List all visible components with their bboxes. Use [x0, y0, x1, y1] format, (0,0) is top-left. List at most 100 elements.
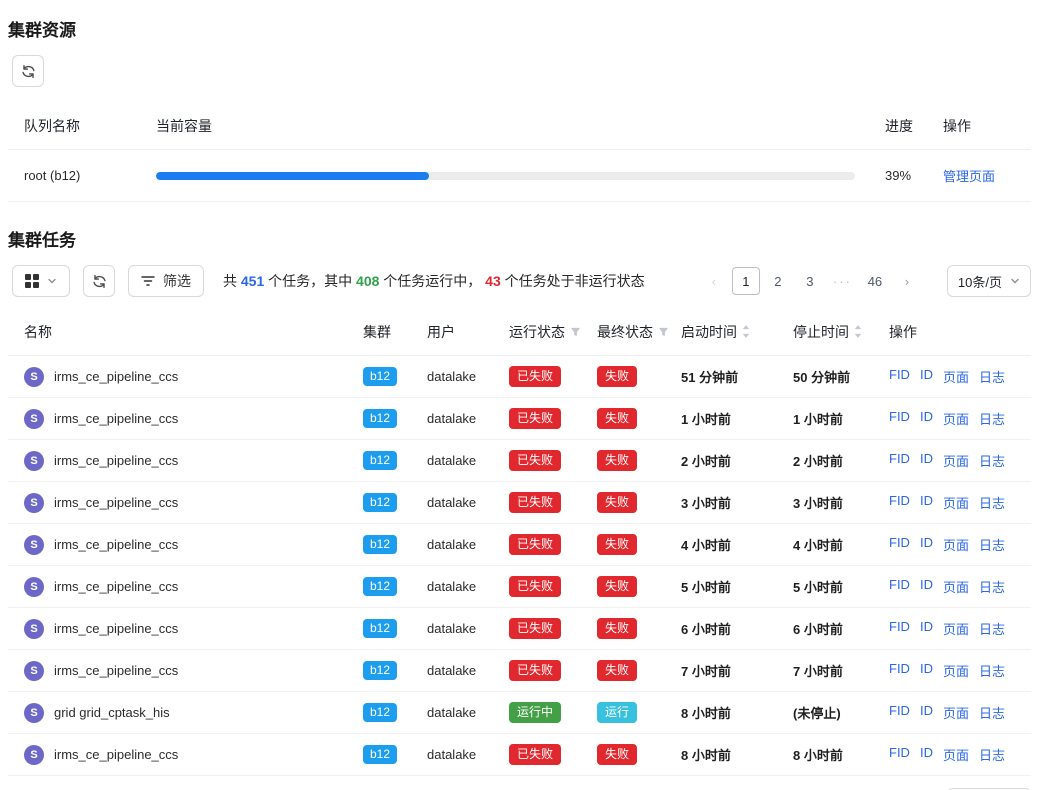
log-link[interactable]: 日志 — [979, 493, 1005, 512]
fid-link[interactable]: FID — [889, 661, 910, 680]
cluster-resources-section: 集群资源 队列名称 当前容量 进度 操作 — [8, 16, 1031, 202]
id-link[interactable]: ID — [920, 577, 933, 596]
id-link[interactable]: ID — [920, 535, 933, 554]
stop-time: 2 小时前 — [785, 440, 881, 482]
fid-link[interactable]: FID — [889, 493, 910, 512]
pagination-ellipsis[interactable]: ··· — [828, 267, 857, 295]
fid-link[interactable]: FID — [889, 619, 910, 638]
id-link[interactable]: ID — [920, 703, 933, 722]
run-status-badge: 已失败 — [509, 618, 561, 639]
run-status-badge: 已失败 — [509, 450, 561, 471]
fid-link[interactable]: FID — [889, 367, 910, 386]
page-link[interactable]: 页面 — [943, 577, 969, 596]
log-link[interactable]: 日志 — [979, 451, 1005, 470]
start-time: 8 小时前 — [673, 734, 785, 776]
log-link[interactable]: 日志 — [979, 577, 1005, 596]
next-page-button[interactable]: › — [893, 267, 921, 295]
page-button-46[interactable]: 46 — [861, 267, 889, 295]
page-button-2[interactable]: 2 — [764, 267, 792, 295]
log-link[interactable]: 日志 — [979, 703, 1005, 722]
log-link[interactable]: 日志 — [979, 367, 1005, 386]
progress-fill — [156, 172, 429, 180]
page-link[interactable]: 页面 — [943, 409, 969, 428]
task-name: irms_ce_pipeline_ccs — [54, 579, 178, 594]
start-time: 2 小时前 — [673, 440, 785, 482]
start-time: 8 小时前 — [673, 692, 785, 734]
resources-table: 队列名称 当前容量 进度 操作 root (b12) 39% 管理页面 — [8, 103, 1031, 202]
user-header: 用户 — [419, 309, 501, 356]
log-link[interactable]: 日志 — [979, 619, 1005, 638]
start-time: 51 分钟前 — [673, 356, 785, 398]
fid-link[interactable]: FID — [889, 703, 910, 722]
avatar: S — [24, 577, 44, 597]
start-time: 1 小时前 — [673, 398, 785, 440]
stop-time: 4 小时前 — [785, 524, 881, 566]
tasks-refresh-button[interactable] — [83, 265, 115, 297]
pagination-top: ‹ 1 2 3 ··· 46 › 10条/页 — [700, 265, 1031, 297]
manage-page-link[interactable]: 管理页面 — [943, 169, 995, 184]
cluster-badge: b12 — [363, 661, 397, 680]
start-time-header: 启动时间 — [673, 309, 785, 356]
table-row: S irms_ce_pipeline_ccs b12 datalake 已失败 … — [8, 608, 1031, 650]
filter-funnel-icon[interactable] — [570, 325, 581, 341]
id-link[interactable]: ID — [920, 619, 933, 638]
stop-time: (未停止) — [785, 692, 881, 734]
fid-link[interactable]: FID — [889, 535, 910, 554]
task-name: grid grid_cptask_his — [54, 705, 170, 720]
resources-action-header: 操作 — [935, 103, 1031, 150]
page-link[interactable]: 页面 — [943, 535, 969, 554]
page-link[interactable]: 页面 — [943, 451, 969, 470]
avatar: S — [24, 409, 44, 429]
layout-dropdown-button[interactable] — [12, 265, 70, 297]
user-name: datalake — [427, 453, 476, 468]
page-button-1[interactable]: 1 — [732, 267, 760, 295]
filter-button[interactable]: 筛选 — [128, 265, 204, 297]
page-link[interactable]: 页面 — [943, 745, 969, 764]
id-link[interactable]: ID — [920, 367, 933, 386]
final-status-badge: 失败 — [597, 534, 637, 555]
log-link[interactable]: 日志 — [979, 745, 1005, 764]
sorter-icon[interactable] — [854, 325, 862, 341]
filter-funnel-icon[interactable] — [658, 325, 669, 341]
refresh-button[interactable] — [12, 55, 44, 87]
start-time-header-label: 启动时间 — [681, 324, 737, 340]
stop-time: 7 小时前 — [785, 650, 881, 692]
page-link[interactable]: 页面 — [943, 493, 969, 512]
final-status-badge: 失败 — [597, 450, 637, 471]
fid-link[interactable]: FID — [889, 451, 910, 470]
prev-page-button[interactable]: ‹ — [700, 267, 728, 295]
fid-link[interactable]: FID — [889, 745, 910, 764]
log-link[interactable]: 日志 — [979, 661, 1005, 680]
final-status-badge: 失败 — [597, 408, 637, 429]
fid-link[interactable]: FID — [889, 409, 910, 428]
table-row: S irms_ce_pipeline_ccs b12 datalake 已失败 … — [8, 440, 1031, 482]
run-status-header: 运行状态 — [501, 309, 589, 356]
id-link[interactable]: ID — [920, 409, 933, 428]
fid-link[interactable]: FID — [889, 577, 910, 596]
grid-icon — [25, 274, 39, 288]
id-link[interactable]: ID — [920, 451, 933, 470]
log-link[interactable]: 日志 — [979, 535, 1005, 554]
id-link[interactable]: ID — [920, 661, 933, 680]
table-row: S irms_ce_pipeline_ccs b12 datalake 已失败 … — [8, 566, 1031, 608]
final-status-header-label: 最终状态 — [597, 324, 653, 340]
page-link[interactable]: 页面 — [943, 619, 969, 638]
page-size-select[interactable]: 10条/页 — [947, 265, 1031, 297]
id-link[interactable]: ID — [920, 745, 933, 764]
start-time: 3 小时前 — [673, 482, 785, 524]
final-status-badge: 失败 — [597, 366, 637, 387]
sorter-icon[interactable] — [742, 325, 750, 341]
cluster-badge: b12 — [363, 619, 397, 638]
final-status-header: 最终状态 — [589, 309, 673, 356]
page-link[interactable]: 页面 — [943, 367, 969, 386]
avatar: S — [24, 535, 44, 555]
id-link[interactable]: ID — [920, 493, 933, 512]
resource-row: root (b12) 39% 管理页面 — [8, 150, 1031, 202]
page-link[interactable]: 页面 — [943, 703, 969, 722]
cluster-badge: b12 — [363, 367, 397, 386]
page-button-3[interactable]: 3 — [796, 267, 824, 295]
page-link[interactable]: 页面 — [943, 661, 969, 680]
summary-text: 个任务运行中， — [379, 273, 485, 289]
user-name: datalake — [427, 621, 476, 636]
log-link[interactable]: 日志 — [979, 409, 1005, 428]
